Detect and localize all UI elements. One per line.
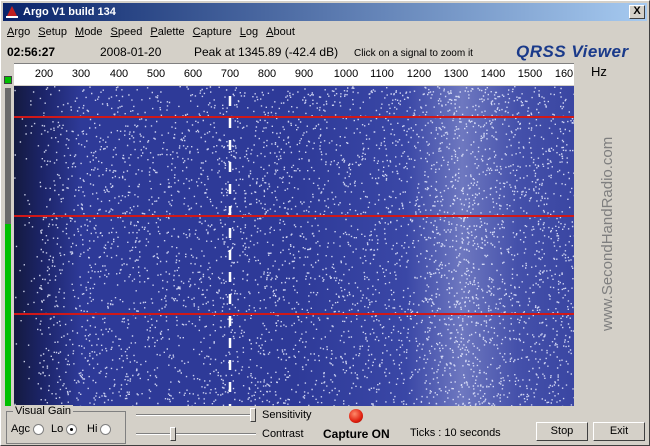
contrast-slider[interactable] <box>136 427 260 441</box>
waterfall-canvas[interactable] <box>14 86 574 406</box>
freq-tick-label: 160 <box>554 68 574 80</box>
gain-option-hi[interactable]: Hi <box>87 423 112 435</box>
menu-capture[interactable]: Capture <box>189 26 236 38</box>
menu-palette[interactable]: Palette <box>146 26 188 38</box>
freq-tick-label: 1500 <box>517 68 543 80</box>
contrast-label: Contrast <box>262 428 304 440</box>
app-window: Argo V1 build 134 X Argo Setup Mode Spee… <box>0 0 650 446</box>
freq-tick-label: 400 <box>109 68 129 80</box>
gain-option-label: Lo <box>51 423 64 435</box>
slider-thumb[interactable] <box>250 408 256 422</box>
brand-logo: QRSS Viewer <box>516 42 629 61</box>
freq-tick-label: 200 <box>34 68 54 80</box>
freq-tick-label: 1400 <box>480 68 506 80</box>
exit-button[interactable]: Exit <box>593 422 645 441</box>
gain-option-lo[interactable]: Lo <box>51 423 78 435</box>
menu-mode[interactable]: Mode <box>71 26 107 38</box>
app-sailboat-icon <box>6 6 18 18</box>
freq-tick-label: 500 <box>146 68 166 80</box>
sensitivity-label: Sensitivity <box>262 409 312 421</box>
menu-argo[interactable]: Argo <box>3 26 34 38</box>
freq-tick-label: 1000 <box>333 68 359 80</box>
radio-agc[interactable] <box>32 423 44 435</box>
menu-bar: Argo Setup Mode Speed Palette Capture Lo… <box>3 22 647 41</box>
frequency-unit: Hz <box>591 64 607 79</box>
title-bar[interactable]: Argo V1 build 134 X <box>3 3 647 21</box>
menu-log[interactable]: Log <box>236 26 262 38</box>
slider-track <box>136 414 256 416</box>
waterfall-background <box>14 86 574 406</box>
sensitivity-slider[interactable] <box>136 408 260 422</box>
slider-track <box>136 433 256 435</box>
slider-thumb[interactable] <box>170 427 177 441</box>
level-track <box>5 88 11 224</box>
gain-option-label: Hi <box>87 423 98 435</box>
frequency-scale[interactable]: 200 300 400 500 600 700 800 900 1000 110… <box>14 63 574 85</box>
freq-tick-label: 1200 <box>406 68 432 80</box>
level-fill <box>5 224 11 406</box>
window-title: Argo V1 build 134 <box>23 6 116 18</box>
control-panel: Visual Gain Agc Lo Hi Sensitivity Contra… <box>1 405 650 446</box>
ticks-readout: Ticks : 10 seconds <box>410 427 501 439</box>
freq-tick-label: 1100 <box>370 68 394 80</box>
capture-status: Capture ON <box>323 427 390 441</box>
capture-led-icon <box>349 409 363 423</box>
watermark-text: www.SecondHandRadio.com <box>599 136 616 331</box>
waterfall-display[interactable] <box>14 86 574 406</box>
freq-tick-label: 900 <box>294 68 314 80</box>
peak-readout: Peak at 1345.89 (-42.4 dB) <box>194 45 339 59</box>
clock-time: 02:56:27 <box>7 45 56 59</box>
freq-tick-label: 800 <box>257 68 277 80</box>
freq-tick-label: 700 <box>220 68 240 80</box>
radio-hi[interactable] <box>100 423 112 435</box>
clock-date: 2008-01-20 <box>100 45 162 59</box>
signal-level-meter <box>4 76 12 406</box>
menu-speed[interactable]: Speed <box>107 26 147 38</box>
menu-about[interactable]: About <box>262 26 299 38</box>
close-button[interactable]: X <box>629 5 645 19</box>
stop-button[interactable]: Stop <box>536 422 588 441</box>
gain-option-agc[interactable]: Agc <box>11 423 44 435</box>
info-bar: 02:56:27 2008-01-20 Peak at 1345.89 (-42… <box>1 42 650 62</box>
gain-option-label: Agc <box>11 423 30 435</box>
freq-tick-label: 600 <box>183 68 203 80</box>
menu-setup[interactable]: Setup <box>34 26 71 38</box>
zoom-hint: Click on a signal to zoom it <box>354 48 473 59</box>
visual-gain-group: Visual Gain Agc Lo Hi <box>6 405 126 444</box>
level-indicator <box>4 76 12 84</box>
visual-gain-legend: Visual Gain <box>13 405 74 417</box>
freq-tick-label: 1300 <box>443 68 469 80</box>
radio-lo[interactable] <box>66 423 78 435</box>
freq-tick-label: 300 <box>71 68 91 80</box>
